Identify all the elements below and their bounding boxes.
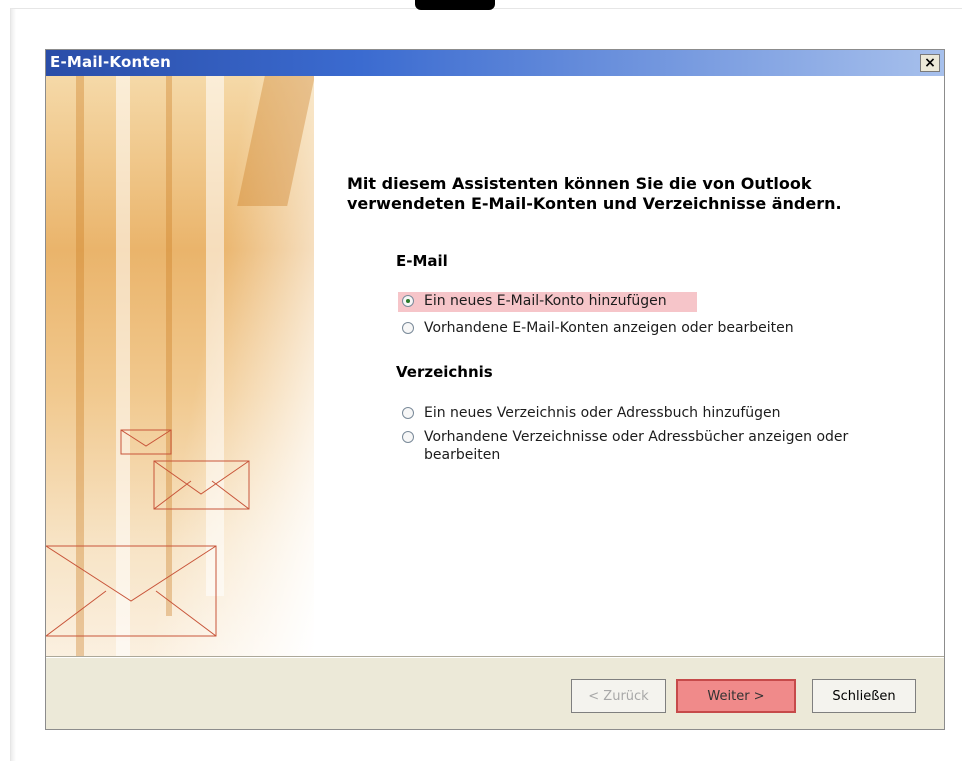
radio-button[interactable]: [402, 322, 414, 334]
background-frame-left: [10, 8, 16, 761]
title-bar[interactable]: E-Mail-Konten ×: [46, 50, 944, 76]
wizard-content: Mit diesem Assistenten können Sie die vo…: [46, 76, 944, 656]
background-frame-top: [10, 0, 962, 10]
wizard-intro-text: Mit diesem Assistenten können Sie die vo…: [347, 174, 842, 213]
close-window-button[interactable]: ×: [920, 54, 940, 72]
radio-label: Ein neues E-Mail-Konto hinzufügen: [424, 293, 667, 309]
button-separator: [46, 656, 944, 658]
radio-button-selected[interactable]: [402, 295, 414, 307]
email-section-label: E-Mail: [396, 252, 448, 270]
envelope-icon: [46, 429, 250, 637]
radio-existing-email-accounts[interactable]: Vorhandene E-Mail-Konten anzeigen oder b…: [398, 319, 798, 337]
close-button[interactable]: Schließen: [812, 679, 916, 713]
directory-section-label: Verzeichnis: [396, 363, 493, 381]
radio-button[interactable]: [402, 407, 414, 419]
email-accounts-dialog: E-Mail-Konten × Mit diesem Assistenten k…: [45, 49, 945, 730]
radio-label: Vorhandene E-Mail-Konten anzeigen oder b…: [424, 320, 794, 336]
radio-new-directory[interactable]: Ein neues Verzeichnis oder Adressbuch hi…: [398, 404, 785, 422]
radio-new-email-account[interactable]: Ein neues E-Mail-Konto hinzufügen: [398, 292, 697, 312]
radio-button[interactable]: [402, 431, 414, 443]
decorative-side-art: [46, 76, 314, 656]
radio-label: Vorhandene Verzeichnisse oder Adressbüch…: [424, 429, 849, 463]
radio-existing-directories[interactable]: Vorhandene Verzeichnisse oder Adressbüch…: [398, 428, 886, 464]
radio-label: Ein neues Verzeichnis oder Adressbuch hi…: [424, 405, 781, 421]
window-title: E-Mail-Konten: [50, 53, 171, 71]
back-button[interactable]: < Zurück: [571, 679, 666, 713]
next-button[interactable]: Weiter >: [676, 679, 796, 713]
